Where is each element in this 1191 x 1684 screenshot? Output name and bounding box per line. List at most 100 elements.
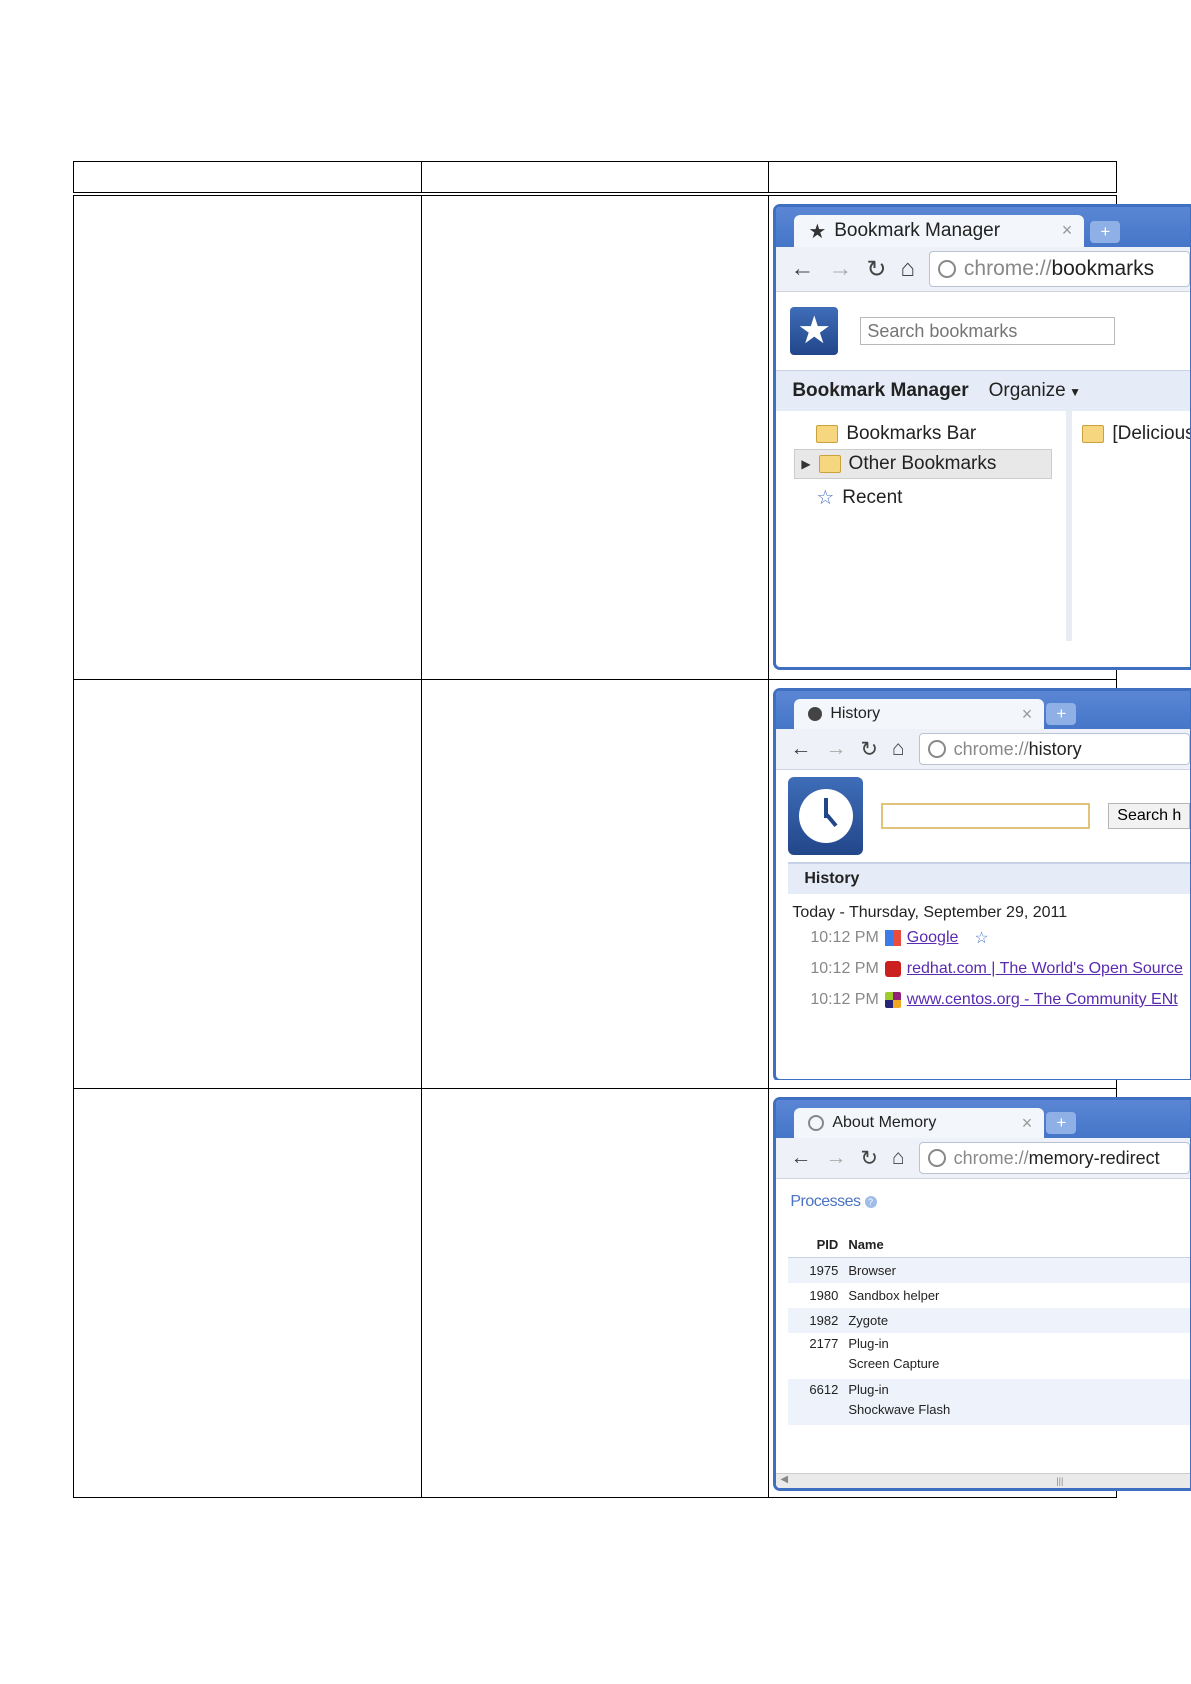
table-row: ★ Bookmark Manager × + ← → ↻ ⌂ chrome://…: [73, 193, 1191, 680]
entry-time: 10:12 PM: [810, 959, 879, 977]
redhat-favicon-icon: [884, 960, 901, 977]
google-favicon-icon: [884, 929, 901, 946]
search-history-button[interactable]: Search h: [1108, 803, 1191, 829]
entry-link[interactable]: redhat.com | The World's Open Source: [907, 960, 1183, 978]
row1-cell-2: [420, 193, 770, 680]
new-tab-button[interactable]: +: [1046, 703, 1077, 725]
about-memory-screenshot: About Memory × + ← → ↻ ⌂ chrome://memory…: [773, 1097, 1191, 1493]
url-host: bookmarks: [1051, 257, 1155, 280]
header-cell-2: [420, 161, 770, 196]
bookmark-search-area: ★: [776, 292, 1190, 370]
expand-arrow-icon[interactable]: ▶: [801, 457, 810, 471]
document-table: ★ Bookmark Manager × + ← → ↻ ⌂ chrome://…: [73, 161, 1191, 1498]
column-header-pid: PID: [816, 1236, 839, 1252]
forward-arrow-icon[interactable]: →: [825, 737, 846, 761]
url-scheme: chrome://: [963, 257, 1052, 280]
browser-toolbar: ← → ↻ ⌂ chrome://history: [776, 729, 1191, 770]
folder-icon: [818, 455, 841, 473]
address-bar[interactable]: chrome://history: [918, 733, 1191, 765]
table-row: 1980 Sandbox helper: [788, 1283, 1190, 1308]
processes-heading: Processes ?: [776, 1179, 1190, 1211]
home-icon[interactable]: ⌂: [892, 1146, 905, 1170]
entry-time: 10:12 PM: [810, 990, 879, 1008]
history-browser-window: History × + ← → ↻ ⌂ chrome://history Sea…: [773, 688, 1191, 1080]
globe-icon: [927, 740, 946, 758]
memory-browser-window: About Memory × + ← → ↻ ⌂ chrome://memory…: [773, 1097, 1191, 1491]
address-bar[interactable]: chrome://bookmarks: [928, 251, 1191, 287]
close-icon[interactable]: ×: [1022, 704, 1033, 725]
row3-cell-1: [73, 1088, 422, 1498]
tree-item-recent[interactable]: ☆ Recent: [816, 485, 902, 510]
clock-icon: [808, 707, 823, 721]
url-host: history: [1028, 738, 1082, 759]
tree-item-bookmarks-bar[interactable]: Bookmarks Bar: [816, 423, 976, 445]
star-outline-icon: ☆: [816, 487, 835, 509]
bookmark-manager-screenshot: ★ Bookmark Manager × + ← → ↻ ⌂ chrome://…: [773, 204, 1191, 670]
history-entry[interactable]: 10:12 PM Google ☆: [810, 922, 1190, 953]
history-entry[interactable]: 10:12 PM redhat.com | The World's Open S…: [810, 953, 1190, 984]
reload-icon[interactable]: ↻: [860, 737, 878, 762]
bookmark-item-label: [Delicious: [1112, 423, 1191, 444]
folder-tree: Bookmarks Bar ▶ Other Bookmarks ☆ Recent: [776, 411, 1073, 641]
tree-item-other-bookmarks[interactable]: ▶ Other Bookmarks: [794, 449, 1053, 479]
history-entry[interactable]: 10:12 PM www.centos.org - The Community …: [810, 984, 1190, 1015]
tab-strip: ★ Bookmark Manager × +: [776, 207, 1191, 247]
process-pid: 6612: [809, 1382, 839, 1397]
address-bar[interactable]: chrome://memory-redirect: [918, 1142, 1191, 1174]
tree-item-label: Recent: [842, 486, 903, 508]
table-row: 1975 Browser: [788, 1258, 1191, 1283]
entry-link[interactable]: Google: [907, 929, 959, 947]
bookmark-browser-window: ★ Bookmark Manager × + ← → ↻ ⌂ chrome://…: [773, 204, 1191, 670]
table-row: About Memory × + ← → ↻ ⌂ chrome://memory…: [73, 1088, 1191, 1498]
process-name: Sandbox helper: [848, 1288, 940, 1303]
tab-bookmark-manager[interactable]: ★ Bookmark Manager ×: [794, 215, 1085, 247]
horizontal-scrollbar[interactable]: ◀ |||: [776, 1473, 1191, 1488]
new-tab-button[interactable]: +: [1090, 221, 1121, 243]
star-icon: ★: [808, 220, 827, 243]
back-arrow-icon[interactable]: ←: [790, 737, 811, 761]
help-icon[interactable]: ?: [864, 1196, 877, 1208]
home-icon[interactable]: ⌂: [892, 737, 905, 761]
column-header-name: Name: [848, 1236, 884, 1252]
tree-item-label: Bookmarks Bar: [846, 423, 977, 444]
header-cell-3: [768, 161, 1117, 196]
globe-icon: [927, 1149, 946, 1167]
reload-icon[interactable]: ↻: [860, 1146, 878, 1171]
centos-favicon-icon: [884, 991, 901, 1008]
table-row: History × + ← → ↻ ⌂ chrome://history Sea…: [73, 679, 1191, 1089]
organize-menu[interactable]: Organize ▼: [989, 380, 1081, 402]
process-pid: 1980: [809, 1288, 839, 1303]
process-name-cell: Plug-in Shockwave Flash: [848, 1382, 950, 1425]
row2-cell-2: [420, 679, 770, 1089]
process-name: Browser: [848, 1263, 896, 1278]
forward-arrow-icon[interactable]: →: [828, 255, 852, 283]
close-icon[interactable]: ×: [1062, 220, 1073, 241]
back-arrow-icon[interactable]: ←: [790, 1146, 811, 1170]
table-header-row: [73, 161, 1117, 196]
scroll-left-icon[interactable]: ◀: [780, 1474, 788, 1485]
process-name-cell: Plug-in Screen Capture: [848, 1336, 939, 1379]
home-icon[interactable]: ⌂: [900, 255, 915, 283]
bookmark-header-bar: Bookmark Manager Organize ▼: [776, 370, 1191, 411]
process-pid: 2177: [809, 1336, 839, 1351]
search-bookmarks-input[interactable]: [860, 317, 1116, 345]
tab-history[interactable]: History ×: [794, 699, 1045, 729]
page-title: Bookmark Manager: [792, 380, 969, 401]
scroll-thumb[interactable]: |||: [1056, 1476, 1063, 1486]
header-cell-1: [73, 161, 422, 196]
history-list: 10:12 PM Google ☆ 10:12 PM redhat.com | …: [776, 922, 1190, 1015]
star-icon[interactable]: ☆: [974, 928, 988, 948]
forward-arrow-icon[interactable]: →: [825, 1146, 846, 1170]
tab-strip: History × +: [776, 691, 1191, 729]
page-title: History: [804, 870, 860, 887]
history-clock-logo-icon: [788, 777, 864, 855]
reload-icon[interactable]: ↻: [866, 255, 886, 284]
new-tab-button[interactable]: +: [1046, 1112, 1077, 1134]
close-icon[interactable]: ×: [1022, 1113, 1033, 1134]
bookmark-list-item[interactable]: [Delicious: [1082, 423, 1191, 445]
entry-link[interactable]: www.centos.org - The Community ENt: [907, 991, 1178, 1009]
tab-about-memory[interactable]: About Memory ×: [794, 1108, 1045, 1138]
back-arrow-icon[interactable]: ←: [790, 255, 814, 283]
history-search-input[interactable]: [881, 803, 1091, 829]
process-pid: 1982: [809, 1313, 839, 1328]
